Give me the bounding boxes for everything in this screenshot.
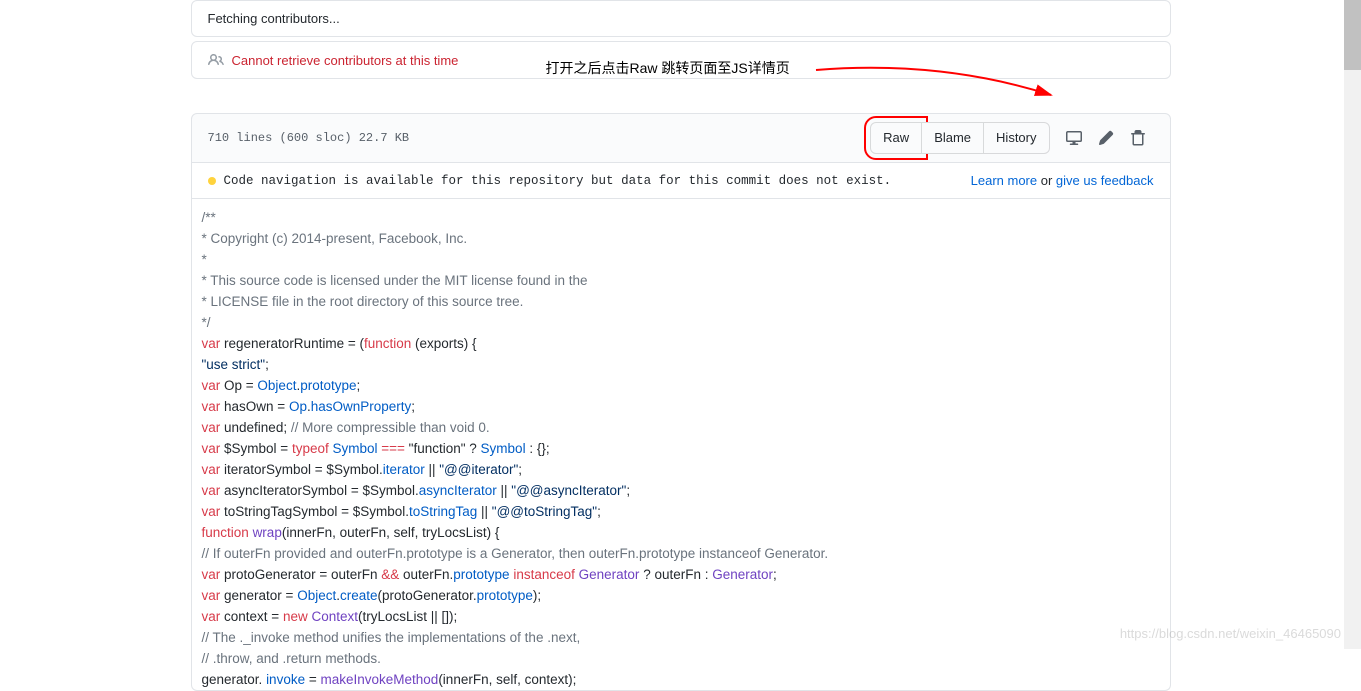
code-line: /** (202, 207, 1160, 228)
code-line: // The ._invoke method unifies the imple… (202, 627, 1160, 648)
code-line: // .throw, and .return methods. (202, 648, 1160, 669)
desktop-icon (1066, 130, 1082, 146)
raw-button[interactable]: Raw (870, 122, 922, 154)
code-line: var hasOwn = Op.hasOwnProperty; (202, 396, 1160, 417)
code-line: generator. invoke = makeInvokeMethod(inn… (202, 669, 1160, 690)
edit-icon-button[interactable] (1090, 124, 1122, 152)
code-line: var undefined; // More compressible than… (202, 417, 1160, 438)
code-line: */ (202, 312, 1160, 333)
or-text: or (1037, 173, 1056, 188)
code-content: /** * Copyright (c) 2014-present, Facebo… (191, 199, 1171, 691)
code-line: * Copyright (c) 2014-present, Facebook, … (202, 228, 1160, 249)
code-line: * (202, 249, 1160, 270)
code-line: var regeneratorRuntime = (function (expo… (202, 333, 1160, 354)
button-group: Raw Blame History (870, 122, 1049, 154)
code-line: var Op = Object.prototype; (202, 375, 1160, 396)
code-line: // If outerFn provided and outerFn.proto… (202, 543, 1160, 564)
history-button[interactable]: History (984, 122, 1049, 154)
code-line: var protoGenerator = outerFn && outerFn.… (202, 564, 1160, 585)
blame-button[interactable]: Blame (922, 122, 984, 154)
code-line: "use strict"; (202, 354, 1160, 375)
code-line: var iteratorSymbol = $Symbol.iterator ||… (202, 459, 1160, 480)
code-nav-banner: Code navigation is available for this re… (191, 163, 1171, 199)
delete-icon-button[interactable] (1122, 124, 1154, 152)
feedback-link[interactable]: give us feedback (1056, 173, 1154, 188)
scrollbar[interactable] (1344, 0, 1361, 649)
users-icon (208, 52, 224, 68)
file-info: 710 lines (600 sloc) 22.7 KB (208, 131, 410, 145)
error-alert: Cannot retrieve contributors at this tim… (191, 41, 1171, 79)
code-line: var context = new Context(tryLocsList ||… (202, 606, 1160, 627)
code-line: * LICENSE file in the root directory of … (202, 291, 1160, 312)
code-line: var asyncIteratorSymbol = $Symbol.asyncI… (202, 480, 1160, 501)
code-line: var generator = Object.create(protoGener… (202, 585, 1160, 606)
learn-more-link[interactable]: Learn more (971, 173, 1037, 188)
code-line: var toStringTagSymbol = $Symbol.toString… (202, 501, 1160, 522)
code-line: * This source code is licensed under the… (202, 270, 1160, 291)
file-header: 710 lines (600 sloc) 22.7 KB Raw Blame H… (191, 113, 1171, 163)
status-dot-icon (208, 177, 216, 185)
desktop-icon-button[interactable] (1058, 124, 1090, 152)
code-line: var $Symbol = typeof Symbol === "functio… (202, 438, 1160, 459)
code-line: function wrap(innerFn, outerFn, self, tr… (202, 522, 1160, 543)
file-actions: Raw Blame History (870, 122, 1153, 154)
error-text: Cannot retrieve contributors at this tim… (232, 53, 459, 68)
fetching-contributors-alert: Fetching contributors... (191, 0, 1171, 37)
pencil-icon (1098, 130, 1114, 146)
code-nav-msg: Code navigation is available for this re… (224, 174, 892, 188)
trash-icon (1130, 130, 1146, 146)
scroll-thumb[interactable] (1344, 0, 1361, 70)
